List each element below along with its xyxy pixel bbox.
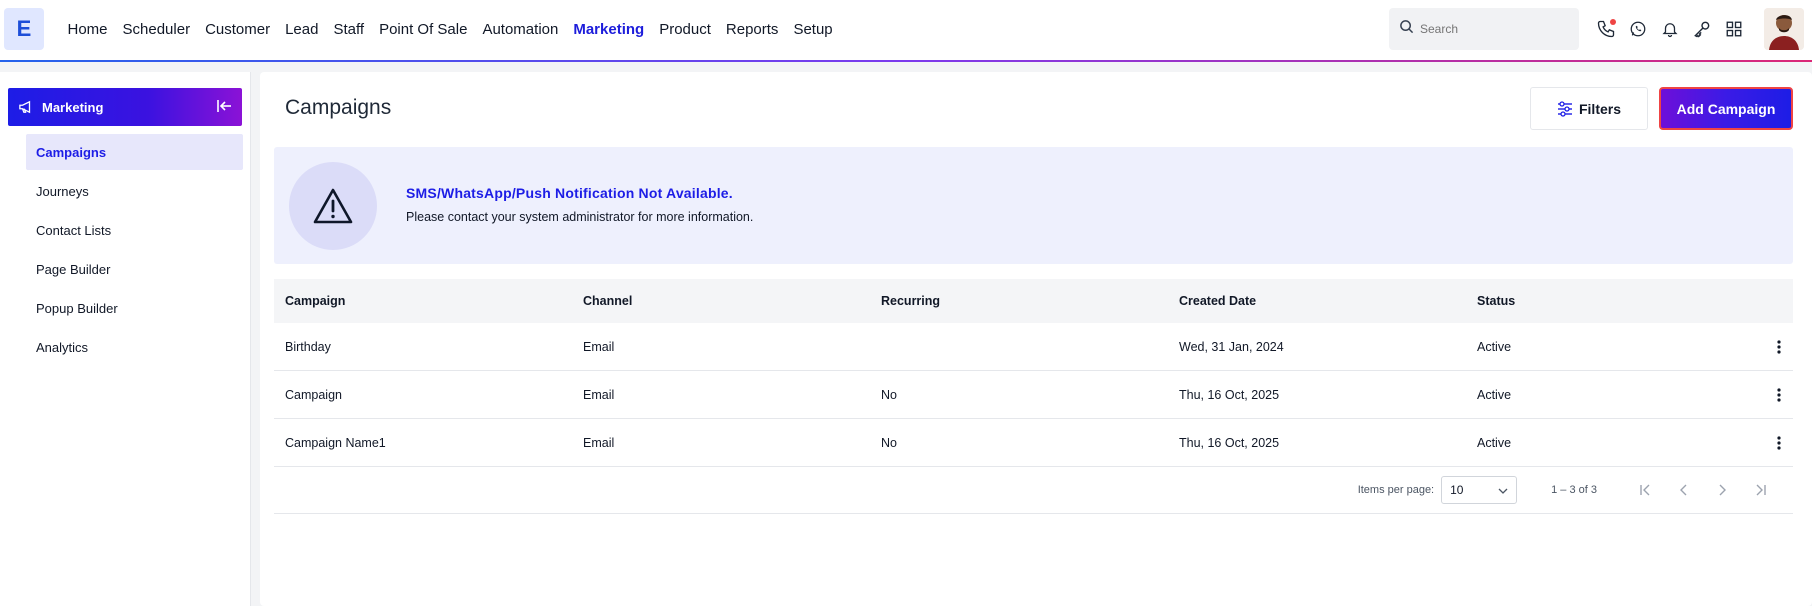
nav-staff[interactable]: Staff (326, 21, 372, 38)
items-per-page-select[interactable]: 10 (1441, 476, 1518, 504)
nav-setup[interactable]: Setup (786, 21, 840, 38)
table-row[interactable]: Birthday Email Wed, 31 Jan, 2024 Active (274, 323, 1793, 371)
table-row[interactable]: Campaign Email No Thu, 16 Oct, 2025 Acti… (274, 371, 1793, 419)
notification-alert: SMS/WhatsApp/Push Notification Not Avail… (274, 147, 1793, 264)
cell-campaign: Campaign Name1 (285, 435, 386, 450)
sidebar-header: Marketing (8, 88, 242, 126)
top-navbar: E Home Scheduler Customer Lead Staff Poi… (0, 0, 1812, 62)
whatsapp-icon[interactable] (1626, 14, 1650, 44)
top-icons (1594, 14, 1746, 44)
cell-created-date: Thu, 16 Oct, 2025 (1179, 435, 1280, 450)
app-logo[interactable]: E (4, 8, 44, 50)
campaigns-table: Campaign Channel Recurring Created Date … (274, 279, 1793, 514)
add-campaign-button[interactable]: Add Campaign (1659, 87, 1793, 130)
sidebar-item-label: Contact Lists (36, 222, 112, 238)
sidebar-item-popup-builder[interactable]: Popup Builder (26, 290, 243, 326)
cell-channel: Email (583, 435, 615, 450)
nav-customer[interactable]: Customer (198, 21, 278, 38)
nav-automation[interactable]: Automation (475, 21, 566, 38)
logo-letter: E (16, 16, 32, 41)
first-page-icon[interactable] (1627, 484, 1665, 496)
alert-title: SMS/WhatsApp/Push Notification Not Avail… (406, 185, 733, 201)
more-vertical-icon[interactable] (1764, 435, 1793, 450)
sidebar-item-analytics[interactable]: Analytics (26, 329, 243, 365)
more-vertical-icon[interactable] (1764, 387, 1793, 402)
megaphone-icon (18, 100, 34, 114)
bell-icon[interactable] (1658, 14, 1682, 44)
filters-button[interactable]: Filters (1530, 87, 1648, 130)
warning-icon (289, 162, 377, 250)
nav-point-of-sale[interactable]: Point Of Sale (372, 21, 475, 38)
column-header[interactable]: Channel (572, 294, 870, 308)
cell-recurring: No (881, 387, 897, 402)
column-header[interactable]: Campaign (274, 294, 572, 308)
sidebar-item-label: Popup Builder (36, 300, 118, 316)
search-icon (1399, 19, 1414, 39)
nav-reports[interactable]: Reports (718, 21, 786, 38)
sidebar-item-label: Page Builder (36, 261, 111, 277)
nav-scheduler[interactable]: Scheduler (115, 21, 198, 38)
phone-icon[interactable] (1594, 14, 1618, 44)
nav-home[interactable]: Home (60, 21, 115, 38)
user-avatar[interactable] (1764, 8, 1804, 50)
items-per-page-value: 10 (1450, 483, 1464, 497)
column-header[interactable]: Recurring (870, 294, 1168, 308)
cell-created-date: Thu, 16 Oct, 2025 (1179, 387, 1280, 402)
table-row[interactable]: Campaign Name1 Email No Thu, 16 Oct, 202… (274, 419, 1793, 467)
sidebar-item-campaigns[interactable]: Campaigns (26, 134, 243, 170)
sidebar-item-journeys[interactable]: Journeys (26, 173, 243, 209)
sliders-icon (1557, 100, 1573, 117)
main-nav: Home Scheduler Customer Lead Staff Point… (60, 0, 840, 58)
sidebar-item-label: Campaigns (36, 144, 107, 160)
paginator: Items per page: 10 1 – 3 of 3 (274, 467, 1793, 514)
cell-campaign: Birthday (285, 339, 331, 354)
table-header: Campaign Channel Recurring Created Date … (274, 279, 1793, 323)
cell-channel: Email (583, 387, 615, 402)
filters-label: Filters (1578, 100, 1621, 117)
sidebar-item-label: Analytics (36, 339, 89, 355)
search-input[interactable] (1420, 22, 1570, 36)
cell-channel: Email (583, 339, 615, 354)
column-header[interactable]: Created Date (1168, 294, 1466, 308)
items-per-page-label: Items per page: (1357, 484, 1435, 496)
alert-text: Please contact your system administrator… (406, 210, 754, 224)
page-range: 1 – 3 of 3 (1551, 484, 1597, 496)
sidebar-item-contact-lists[interactable]: Contact Lists (26, 212, 243, 248)
sidebar-item-label: Journeys (36, 183, 89, 199)
sidebar-item-page-builder[interactable]: Page Builder (26, 251, 243, 287)
main-panel: Campaigns Filters Add Campaign SMS/Whats… (260, 72, 1812, 606)
nav-lead[interactable]: Lead (278, 21, 326, 38)
cell-campaign: Campaign (285, 387, 342, 402)
sidebar: Marketing Campaigns Journeys Contact Lis… (0, 72, 251, 606)
last-page-icon[interactable] (1741, 484, 1779, 496)
cell-status: Active (1477, 339, 1512, 354)
sidebar-title: Marketing (42, 99, 104, 115)
cell-status: Active (1477, 387, 1512, 402)
next-page-icon[interactable] (1703, 484, 1741, 496)
nav-product[interactable]: Product (652, 21, 719, 38)
notification-dot (1610, 19, 1616, 25)
grid-icon[interactable] (1722, 14, 1746, 44)
search-box (1389, 8, 1579, 50)
cell-status: Active (1477, 435, 1512, 450)
cell-recurring: No (881, 435, 897, 450)
key-icon[interactable] (1690, 14, 1714, 44)
chevron-down-icon (1498, 483, 1508, 497)
collapse-sidebar-icon[interactable] (216, 98, 232, 117)
cell-created-date: Wed, 31 Jan, 2024 (1179, 339, 1284, 354)
previous-page-icon[interactable] (1665, 484, 1703, 496)
sidebar-menu: Campaigns Journeys Contact Lists Page Bu… (26, 134, 243, 368)
nav-marketing[interactable]: Marketing (566, 21, 652, 38)
more-vertical-icon[interactable] (1764, 339, 1793, 354)
page-title: Campaigns (285, 96, 392, 119)
column-header[interactable]: Status (1466, 294, 1764, 308)
